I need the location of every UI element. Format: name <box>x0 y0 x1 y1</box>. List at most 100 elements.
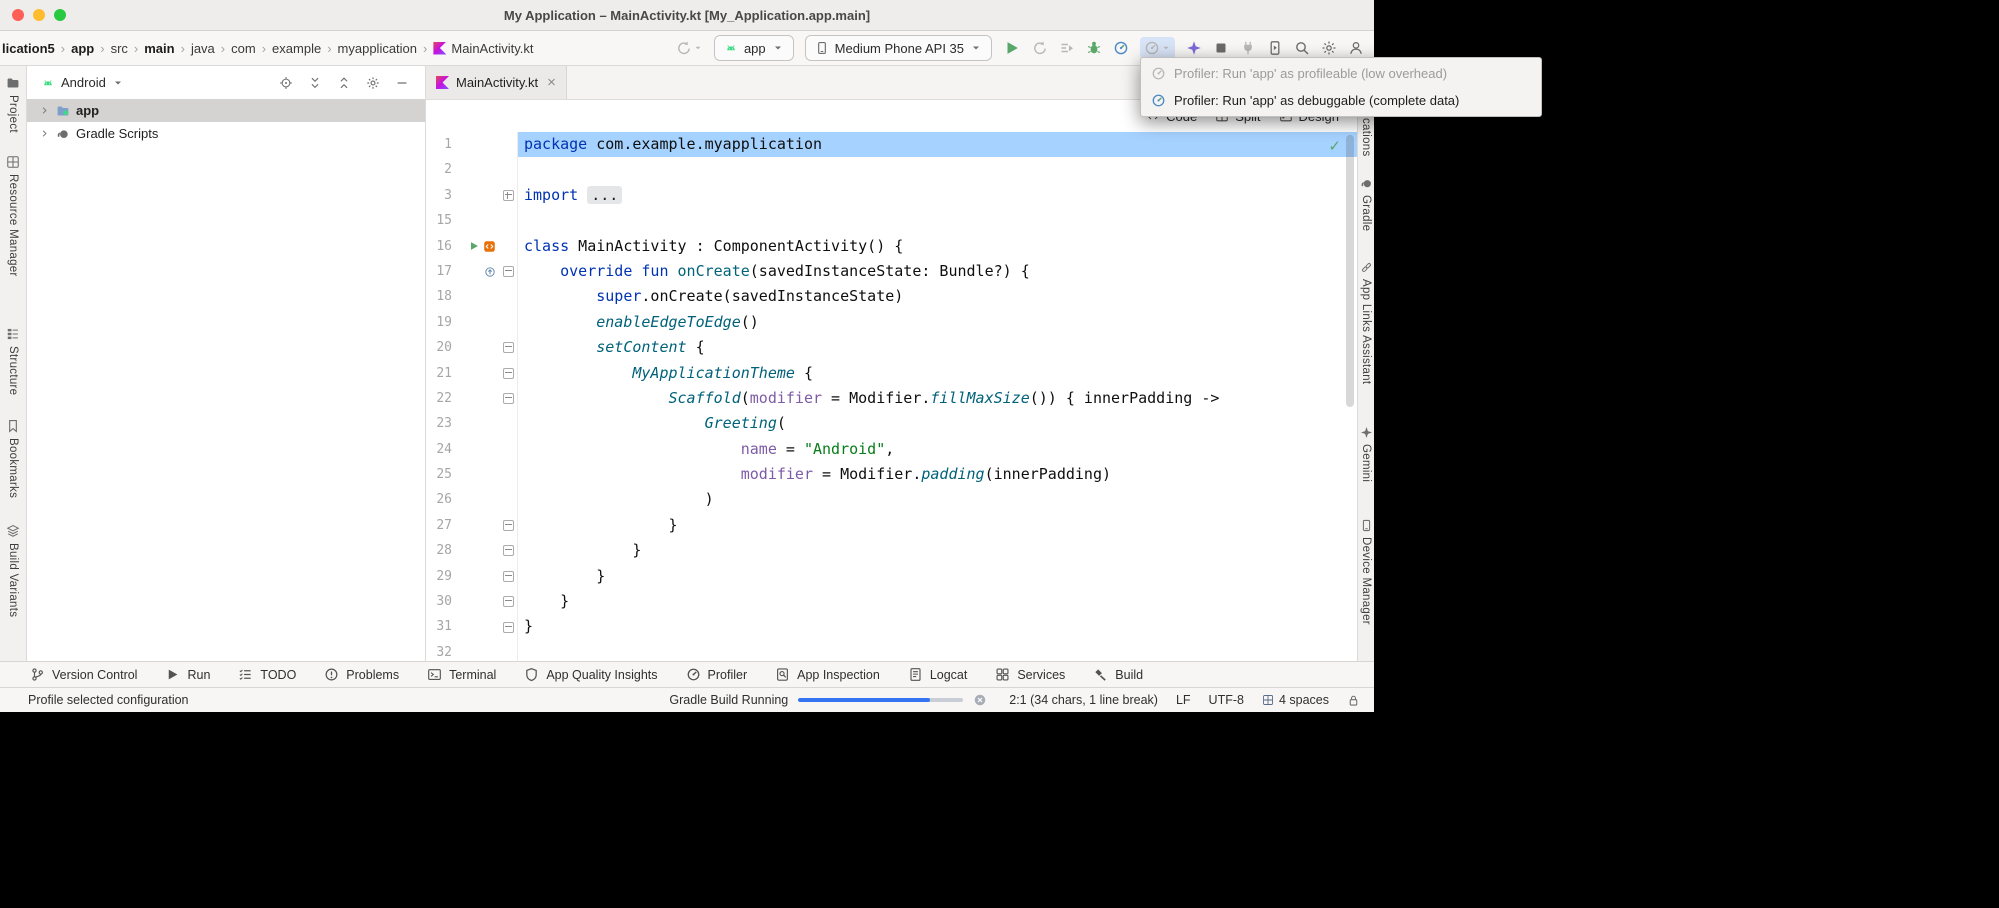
fold-marker-icon[interactable] <box>503 393 514 404</box>
tool-window-button-app-links-assistant[interactable]: App Links Assistant <box>1360 261 1373 384</box>
locate-file-icon[interactable] <box>279 76 293 90</box>
profiler-menu-item-profileable[interactable]: Profiler: Run 'app' as profileable (low … <box>1141 60 1541 87</box>
tool-window-button-app-quality-insights[interactable]: App Quality Insights <box>524 667 657 682</box>
editor-scrollbar[interactable] <box>1346 135 1354 407</box>
breadcrumb-item-example[interactable]: example <box>272 41 321 56</box>
readonly-lock-icon[interactable] <box>1347 694 1360 707</box>
tool-window-button-build[interactable]: Build <box>1093 667 1143 682</box>
code-text[interactable]: } <box>518 513 1357 538</box>
tool-window-button-device-manager[interactable]: Device Manager <box>1360 519 1373 625</box>
code-text[interactable]: MyApplicationTheme { <box>518 361 1357 386</box>
breadcrumb-item-mainactivity-kt[interactable]: MainActivity.kt <box>433 41 533 56</box>
breadcrumb-item-main[interactable]: main <box>144 41 174 56</box>
code-text[interactable]: setContent { <box>518 335 1357 360</box>
indent-widget[interactable]: 4 spaces <box>1262 693 1329 707</box>
override-gutter-icon[interactable] <box>484 266 496 278</box>
tool-window-button-app-inspection[interactable]: App Inspection <box>775 667 880 682</box>
code-text[interactable]: override fun onCreate(savedInstanceState… <box>518 259 1357 284</box>
fold-marker-icon[interactable] <box>503 545 514 556</box>
fold-marker-icon[interactable] <box>503 368 514 379</box>
tool-window-button-version-control[interactable]: Version Control <box>30 667 137 682</box>
fold-marker-icon[interactable] <box>503 190 514 201</box>
fold-marker-icon[interactable] <box>503 342 514 353</box>
tool-window-button-structure[interactable]: Structure <box>6 327 20 395</box>
run-button[interactable] <box>1003 39 1021 57</box>
tool-window-button-gradle[interactable]: Gradle <box>1360 177 1373 231</box>
chevron-down-icon[interactable] <box>112 77 124 89</box>
tree-item-gradle-scripts[interactable]: Gradle Scripts <box>27 122 425 145</box>
tool-window-button-todo[interactable]: TODO <box>238 667 296 682</box>
breadcrumb-item-com[interactable]: com <box>231 41 256 56</box>
rerun-button[interactable] <box>1032 40 1048 56</box>
running-devices-button[interactable] <box>1267 40 1283 56</box>
panel-settings-icon[interactable] <box>366 76 380 90</box>
fold-marker-icon[interactable] <box>503 596 514 607</box>
fold-marker-icon[interactable] <box>503 622 514 633</box>
code-text[interactable]: import ... <box>518 183 1357 208</box>
code-text[interactable]: enableEdgeToEdge() <box>518 310 1357 335</box>
apply-changes-button[interactable] <box>1059 40 1075 56</box>
close-tab-icon[interactable]: × <box>547 75 556 90</box>
breadcrumb-item-lication5[interactable]: lication5 <box>2 41 55 56</box>
profile-button[interactable] <box>1113 40 1129 56</box>
breadcrumb-item-app[interactable]: app <box>71 41 94 56</box>
code-text[interactable] <box>518 208 1357 233</box>
tool-window-button-gemini[interactable]: Gemini <box>1360 426 1373 482</box>
tool-window-button-terminal[interactable]: Terminal <box>427 667 496 682</box>
code-text[interactable]: ) <box>518 487 1357 512</box>
device-select[interactable]: Medium Phone API 35 <box>805 35 992 61</box>
profiler-menu-item-debuggable[interactable]: Profiler: Run 'app' as debuggable (compl… <box>1141 87 1541 114</box>
cancel-build-button[interactable] <box>973 693 987 707</box>
code-text[interactable]: } <box>518 614 1357 639</box>
zoom-button[interactable] <box>54 9 66 21</box>
line-separator[interactable]: LF <box>1176 693 1191 707</box>
code-text[interactable]: } <box>518 589 1357 614</box>
tool-window-button-logcat[interactable]: Logcat <box>908 667 968 682</box>
sync-project-button[interactable] <box>676 40 703 56</box>
breadcrumb-item-java[interactable]: java <box>191 41 215 56</box>
code-text[interactable] <box>518 157 1357 182</box>
code-editor[interactable]: ✓ 1package com.example.myapplication23im… <box>426 132 1357 661</box>
tool-window-button-problems[interactable]: Problems <box>324 667 399 682</box>
code-text[interactable]: } <box>518 538 1357 563</box>
gemini-button[interactable] <box>1186 40 1202 56</box>
run-configuration-select[interactable]: app <box>714 35 794 61</box>
tool-window-button-project[interactable]: Project <box>6 76 20 133</box>
tool-window-button-build-variants[interactable]: Build Variants <box>6 524 20 617</box>
code-text[interactable] <box>518 640 1357 661</box>
code-text[interactable]: class MainActivity : ComponentActivity()… <box>518 234 1357 259</box>
breadcrumb-item-src[interactable]: src <box>111 41 128 56</box>
code-text[interactable]: modifier = Modifier.padding(innerPadding… <box>518 462 1357 487</box>
account-button[interactable] <box>1348 40 1364 56</box>
fold-marker-icon[interactable] <box>503 571 514 582</box>
tool-window-button-profiler[interactable]: Profiler <box>686 667 748 682</box>
run-gutter-icon[interactable] <box>468 240 480 252</box>
code-text[interactable]: Greeting( <box>518 411 1357 436</box>
fold-marker-icon[interactable] <box>503 520 514 531</box>
expand-chevron-icon[interactable] <box>39 105 50 116</box>
code-text[interactable]: name = "Android", <box>518 437 1357 462</box>
settings-button[interactable] <box>1321 40 1337 56</box>
attach-debugger-button[interactable] <box>1240 40 1256 56</box>
collapse-all-icon[interactable] <box>337 76 351 90</box>
code-text[interactable]: super.onCreate(savedInstanceState) <box>518 284 1357 309</box>
tab-mainactivity[interactable]: MainActivity.kt × <box>426 66 567 99</box>
code-text[interactable]: Scaffold(modifier = Modifier.fillMaxSize… <box>518 386 1357 411</box>
minimize-button[interactable] <box>33 9 45 21</box>
close-button[interactable] <box>12 9 24 21</box>
caret-position[interactable]: 2:1 (34 chars, 1 line break) <box>1009 693 1158 707</box>
hide-panel-icon[interactable] <box>395 76 409 90</box>
inspections-ok-icon[interactable]: ✓ <box>1328 137 1341 155</box>
tool-window-button-run[interactable]: Run <box>165 667 210 682</box>
fold-marker-icon[interactable] <box>503 266 514 277</box>
expand-all-icon[interactable] <box>308 76 322 90</box>
project-view-selector[interactable]: Android <box>61 75 106 90</box>
profiler-dropdown-button[interactable] <box>1140 37 1175 59</box>
tool-window-button-resource-manager[interactable]: Resource Manager <box>6 155 20 277</box>
file-encoding[interactable]: UTF-8 <box>1209 693 1244 707</box>
search-everywhere-button[interactable] <box>1294 40 1310 56</box>
expand-chevron-icon[interactable] <box>39 128 50 139</box>
breadcrumb-item-myapplication[interactable]: myapplication <box>338 41 418 56</box>
debug-button[interactable] <box>1086 40 1102 56</box>
code-text[interactable]: package com.example.myapplication <box>518 132 1357 157</box>
